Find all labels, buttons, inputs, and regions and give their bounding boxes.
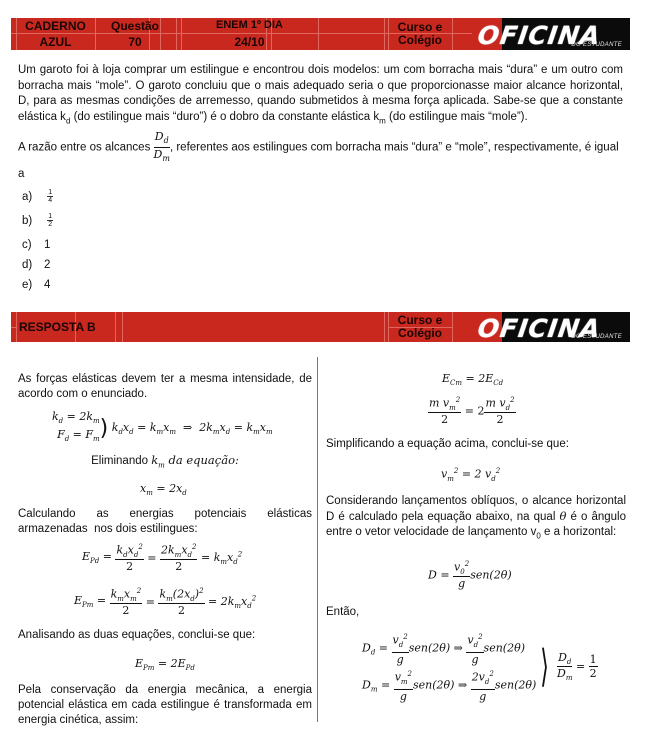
- grid-line: [115, 312, 116, 342]
- curso-line-1: Curso e: [397, 20, 443, 34]
- option-d[interactable]: d) 2: [22, 259, 50, 271]
- prompt-text: A razão entre os alcances: [18, 141, 154, 154]
- curso-colegio-label: Curso e Colégio: [388, 314, 452, 340]
- eliminate-line: Eliminando km da equação:: [18, 453, 312, 473]
- equation-ratio-result: Dd Dm = 12: [556, 651, 598, 683]
- equation-dd: Dd = vd2 g sen(2θ) ⇒ vd2 g sen(2θ): [362, 630, 536, 667]
- grid-line: [384, 18, 385, 50]
- resposta-value: B: [87, 320, 96, 334]
- equation-range: D = v02 g sen(2θ): [428, 560, 512, 590]
- brace-icon: ): [99, 415, 109, 441]
- option-a[interactable]: a) 14: [22, 189, 54, 204]
- option-fraction: 14: [47, 189, 54, 204]
- fraction: v02 g: [453, 560, 471, 590]
- fraction: 2kmxd2 2: [160, 543, 198, 573]
- solution-paragraph-2: Calculando as energias potenciais elásti…: [18, 507, 312, 537]
- logo-subtitle: DO ESTUDANTE: [571, 334, 622, 340]
- eliminate-text: Eliminando: [91, 455, 152, 467]
- grid-line: [452, 312, 453, 342]
- option-value: 4: [44, 279, 51, 291]
- questao-value: 70: [128, 35, 142, 49]
- fraction: m vm2 2: [428, 396, 462, 426]
- grid-line: [384, 312, 385, 342]
- solution-paragraph-7: Então,: [326, 606, 360, 618]
- range-equations: Dd = vd2 g sen(2θ) ⇒ vd2 g sen(2θ) Dm = vm2 g…: [362, 630, 536, 704]
- fraction: kdxd2 2: [115, 543, 144, 573]
- fraction: m vd2 2: [484, 396, 516, 426]
- questao-label: Questão: [110, 19, 159, 33]
- subscript-m: m: [379, 115, 386, 125]
- grid-line: [318, 18, 319, 50]
- denominator: 2: [48, 221, 53, 228]
- caderno-label: CADERNO: [25, 19, 86, 33]
- logo-subtitle: DO ESTUDANTE: [571, 42, 622, 48]
- resposta-label: RESPOSTA: [19, 320, 85, 334]
- equation-epd: EPd = kdxd2 2 = 2kmxd2 2 = kmxd2: [82, 543, 243, 573]
- option-label: e): [22, 279, 33, 291]
- curso-line-2: Colégio: [398, 33, 442, 47]
- statement-text: (do estilingue mais “duro”) é o dobro da…: [70, 110, 380, 123]
- option-fraction: 12: [47, 213, 54, 228]
- fraction: km(2xd)2 2: [158, 587, 205, 617]
- option-value: 2: [44, 259, 51, 271]
- option-label: a): [22, 190, 33, 203]
- equation-system: kd = 2km Fd = Fm: [52, 410, 100, 444]
- option-label: c): [22, 239, 32, 251]
- caderno-value: AZUL: [39, 35, 72, 49]
- question-statement: Um garoto foi à loja comprar um estiling…: [18, 63, 623, 128]
- equation-kinetic: m vm2 2 = 2m vd2 2: [428, 396, 516, 426]
- oficina-logo: OFICINA DO ESTUDANTE: [472, 18, 630, 50]
- equation-forces-result: kdxd = kmxm ⇒ 2kmxd = kmxm: [111, 420, 273, 436]
- eliminate-math: km da equação:: [151, 453, 239, 470]
- paragraph-line: armazenadas nos dois estilingues:: [18, 523, 198, 535]
- fraction: kmxm2 2: [109, 587, 143, 617]
- equation-epm-epd: EPm = 2EPd: [135, 657, 195, 673]
- grid-line: [16, 312, 17, 342]
- answer-header-bar: RESPOSTA B Curso e Colégio OFICINA DO ES…: [11, 312, 630, 343]
- statement-text: (do estilingue mais “mole”).: [385, 110, 528, 123]
- solution-paragraph-5: Simplificando a equação acima, conclui-s…: [326, 438, 569, 450]
- question-prompt: A razão entre os alcances Dd Dm, referent…: [18, 130, 623, 183]
- solution-paragraph-4: Pela conservação da energia mecânica, a …: [18, 684, 312, 726]
- option-label: d): [22, 259, 33, 271]
- grid-line: [122, 312, 123, 342]
- ratio-fraction: Dd Dm: [153, 130, 170, 165]
- equation-epm: EPm = kmxm2 2 = km(2xd)2 2 = 2kmxd2: [74, 587, 257, 617]
- equation-forces: kd = 2km Fd = Fm ) kdxd = kmxm ⇒ 2kmxd = …: [52, 410, 273, 446]
- equation-dm: Dm = vm2 g sen(2θ) ⇒ 2vd2 g sen(2θ): [362, 667, 536, 704]
- curso-colegio-label: Curso e Colégio: [388, 21, 452, 47]
- paragraph-text: e a horizontal:: [540, 526, 617, 538]
- option-b[interactable]: b) 12: [22, 213, 54, 228]
- question-header-bar: CADERNO AZUL Questão 70 ENEM 1º DIA 24/1…: [11, 18, 630, 50]
- exam-label: ENEM 1º DIA: [216, 19, 283, 31]
- ratio-denominator: Dm: [153, 148, 170, 164]
- equation-xm: xm = 2xd: [140, 482, 187, 498]
- oficina-logo: OFICINA DO ESTUDANTE: [472, 312, 630, 343]
- option-c[interactable]: c) 1: [22, 239, 50, 251]
- denominator: 4: [48, 197, 53, 204]
- numerator: 1: [47, 189, 54, 197]
- solution-paragraph-3: Analisando as duas equações, conclui-se …: [18, 629, 256, 641]
- equation-range-system: Dd = vd2 g sen(2θ) ⇒ vd2 g sen(2θ) Dm = vm2 g…: [362, 630, 598, 704]
- equation-ecm: ECm = 2ECd: [442, 372, 504, 388]
- numerator: 1: [47, 213, 54, 221]
- grid-line: [176, 18, 177, 50]
- curso-line-2: Colégio: [398, 326, 442, 340]
- brace-icon: ⟩: [540, 641, 550, 693]
- paragraph-line: Calculando as energias potenciais elásti…: [18, 508, 312, 520]
- equation-velocity: vm2 = 2 vd2: [441, 467, 501, 483]
- column-divider: [317, 357, 318, 722]
- ratio-numerator: Dd: [153, 130, 170, 149]
- option-value: 1: [44, 239, 51, 251]
- curso-line-1: Curso e: [397, 313, 443, 327]
- grid-line: [452, 18, 453, 50]
- option-e[interactable]: e) 4: [22, 279, 50, 291]
- solution-paragraph-1: As forças elásticas devem ter a mesma in…: [18, 373, 312, 400]
- solution-paragraph-6: Considerando lançamentos oblíquos, o alc…: [326, 494, 626, 543]
- option-label: b): [22, 214, 33, 227]
- exam-date: 24/10: [234, 35, 265, 49]
